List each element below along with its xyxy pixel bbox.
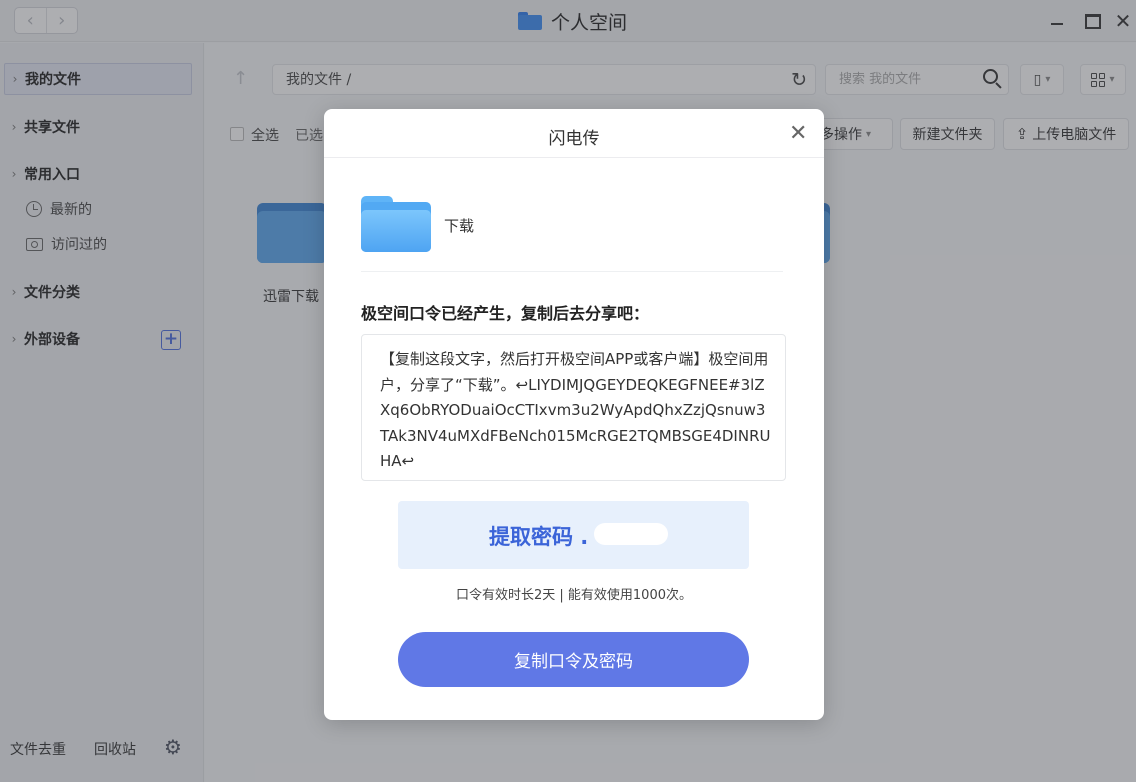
divider [361,271,783,272]
dialog-header: 闪电传 ✕ [324,109,824,158]
close-icon: ✕ [789,121,808,146]
password-mask [594,523,668,545]
validity-text: 口令有效时长2天 | 能有效使用1000次。 [456,588,692,603]
password-label: 提取密码 . [489,525,589,549]
share-heading: 极空间口令已经产生，复制后去分享吧： [361,304,650,323]
dialog-title: 闪电传 [548,129,600,149]
password-box: 提取密码 . [398,501,749,569]
close-dialog-button[interactable]: ✕ [789,123,807,145]
copy-code-button[interactable]: 复制口令及密码 [398,632,749,687]
folder-icon [361,196,431,252]
file-name: 下载 [444,217,475,235]
share-dialog: 闪电传 ✕ 下载 极空间口令已经产生，复制后去分享吧： 【复制这段文字，然后打开… [324,109,824,720]
share-text-box[interactable]: 【复制这段文字，然后打开极空间APP或客户端】极空间用户，分享了“下载”。↩LI… [361,334,786,481]
